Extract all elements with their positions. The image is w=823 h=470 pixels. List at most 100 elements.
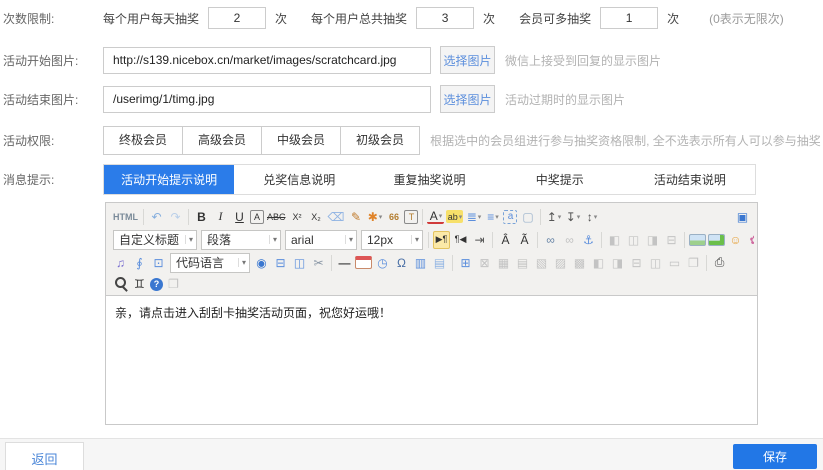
message-tab[interactable]: 重复抽奖说明 [364, 165, 494, 194]
insert-col-left-icon: ◧ [590, 254, 607, 272]
font-family-select[interactable]: arial▾ [285, 230, 357, 250]
save-button[interactable]: 保存 [733, 444, 817, 469]
screenshot-icon[interactable]: ✂ [310, 254, 327, 272]
underline-icon[interactable]: U [231, 208, 248, 226]
limit-count-input[interactable] [600, 7, 658, 29]
end-image-pick-button[interactable]: 选择图片 [440, 85, 495, 113]
font-color-icon[interactable]: A▾ [427, 209, 444, 224]
insert-columns-icon[interactable]: ◫ [291, 254, 308, 272]
message-tab[interactable]: 活动开始提示说明 [104, 165, 234, 194]
toolbar-separator [684, 232, 685, 248]
net-image-icon[interactable] [708, 234, 725, 246]
message-tab[interactable]: 活动结束说明 [625, 165, 755, 194]
limit-group: 会员可多抽奖次 [519, 7, 679, 29]
limit-count-input[interactable] [208, 7, 266, 29]
member-option-button[interactable]: 终极会员 [103, 126, 183, 155]
clear-doc-icon[interactable]: ▢ [519, 208, 536, 226]
end-image-url-input[interactable] [103, 86, 431, 113]
heading-style-select[interactable]: 自定义标题▾ [113, 230, 197, 250]
highlight-color-icon[interactable]: ab▾ [446, 210, 463, 223]
italic-icon[interactable]: I [212, 208, 229, 226]
insert-template-icon[interactable]: ▤ [431, 254, 448, 272]
margin-bottom-icon[interactable]: ↧▾ [564, 208, 581, 226]
chevron-down-icon: ▾ [411, 235, 419, 244]
char-scale-up-icon[interactable]: Â [497, 231, 514, 249]
paragraph-format-value: 段落 [207, 231, 231, 248]
superscript-icon[interactable]: X² [289, 208, 306, 226]
ordered-list-icon[interactable]: ≣▾ [465, 208, 482, 226]
border-text-icon[interactable]: A [250, 210, 264, 224]
message-label: 消息提示: [0, 171, 103, 188]
start-image-url-input[interactable] [103, 47, 431, 74]
attachment-icon[interactable]: ∮ [131, 254, 148, 272]
undo-icon[interactable]: ↶ [148, 208, 165, 226]
graffiti-icon[interactable]: ✿ [746, 231, 754, 249]
remove-format-icon[interactable]: ⌫ [327, 208, 346, 226]
fullscreen-icon[interactable]: ▣ [734, 208, 751, 226]
emoticon-icon[interactable]: ☺ [727, 231, 744, 249]
paste-plain-text-icon[interactable]: T [404, 210, 418, 224]
insert-time-icon[interactable]: ◷ [374, 254, 391, 272]
editor-toolbar: HTML ↶↷ BIUAABCX²X₂⌫✎✱▾66T A▾ab▾≣▾≡▾a▢ ↥▾↧▾↕… [106, 203, 757, 296]
redo-icon[interactable]: ↷ [167, 208, 184, 226]
unordered-list-icon[interactable]: ≡▾ [484, 208, 501, 226]
preview-icon[interactable] [112, 275, 129, 293]
insert-table-icon[interactable]: ⊞ [457, 254, 474, 272]
split-cells-icon: ▭ [666, 254, 683, 272]
unlink-icon: ∞ [561, 231, 578, 249]
indent-first-line-icon[interactable]: ▶¶ [433, 231, 450, 249]
font-size-value: 12px [367, 233, 393, 247]
subscript-icon[interactable]: X₂ [308, 208, 325, 226]
horizontal-rule-icon[interactable]: — [336, 254, 353, 272]
insert-date-icon[interactable] [355, 256, 372, 269]
paragraph-format-select[interactable]: 段落▾ [201, 230, 281, 250]
permission-hint: 根据选中的会员组进行参与抽奖资格限制, 全不选表示所有人可以参与抽奖 [430, 132, 821, 149]
member-option-button[interactable]: 初级会员 [340, 126, 420, 155]
toolbar-separator [492, 232, 493, 248]
insert-code-icon[interactable]: ◉ [253, 254, 270, 272]
paragraph-rtl-icon[interactable]: ¶◀ [452, 231, 469, 249]
back-button[interactable]: 返回 [5, 442, 84, 470]
link-icon[interactable]: ∞ [542, 231, 559, 249]
auto-typeset-icon[interactable]: ✱▾ [366, 208, 383, 226]
chevron-down-icon: ▾ [478, 213, 482, 221]
toolbar-separator [422, 209, 423, 225]
font-size-select[interactable]: 12px ▾ [361, 230, 423, 250]
help-icon[interactable]: ? [150, 278, 163, 291]
strikethrough-icon[interactable]: ABC [266, 208, 287, 226]
insert-row-below-icon: ▨ [552, 254, 569, 272]
heading-style-value: 自定义标题 [119, 231, 179, 248]
message-tab[interactable]: 中奖提示 [495, 165, 625, 194]
message-tab[interactable]: 兑奖信息说明 [234, 165, 364, 194]
source-code-icon[interactable]: HTML [112, 208, 139, 226]
print-icon[interactable]: ⎙ [711, 254, 728, 272]
insert-image-icon[interactable] [689, 234, 706, 246]
code-language-select[interactable]: 代码语言▾ [170, 253, 250, 273]
insert-music-icon[interactable]: ♫ [112, 254, 129, 272]
limit-group: 每个用户总共抽奖次 [311, 7, 495, 29]
start-image-label: 活动开始图片: [0, 52, 103, 69]
line-height-icon[interactable]: ↕▾ [583, 208, 600, 226]
special-char-icon[interactable]: Ω [393, 254, 410, 272]
char-scale-down-icon[interactable]: Ã [516, 231, 533, 249]
limit-count-input[interactable] [416, 7, 474, 29]
limit-row-label: 次数限制: [0, 10, 103, 27]
member-option-button[interactable]: 高级会员 [182, 126, 262, 155]
anchor-icon[interactable]: ⚓ [580, 231, 597, 249]
blockquote-icon[interactable]: 66 [385, 208, 402, 226]
page-break-icon[interactable]: ⊟ [272, 254, 289, 272]
format-brush-icon[interactable]: ✎ [347, 208, 364, 226]
bold-icon[interactable]: B [193, 208, 210, 226]
member-option-button[interactable]: 中级会员 [261, 126, 341, 155]
start-image-pick-button[interactable]: 选择图片 [440, 46, 495, 74]
indent-icon[interactable]: ⇥ [471, 231, 488, 249]
insert-form-icon[interactable]: ▥ [412, 254, 429, 272]
find-replace-icon[interactable]: ♊ [131, 275, 148, 293]
editor-content[interactable]: 亲，请点击进入刮刮卡抽奖活动页面，祝您好运哦！ [106, 296, 757, 424]
margin-top-icon[interactable]: ↥▾ [545, 208, 562, 226]
insert-map-icon[interactable]: ⊡ [150, 254, 167, 272]
chevron-down-icon: ▾ [238, 258, 246, 267]
paste-icon: ❐ [165, 275, 182, 293]
toolbar-separator [601, 232, 602, 248]
anchor-text-icon[interactable]: a [503, 210, 517, 224]
